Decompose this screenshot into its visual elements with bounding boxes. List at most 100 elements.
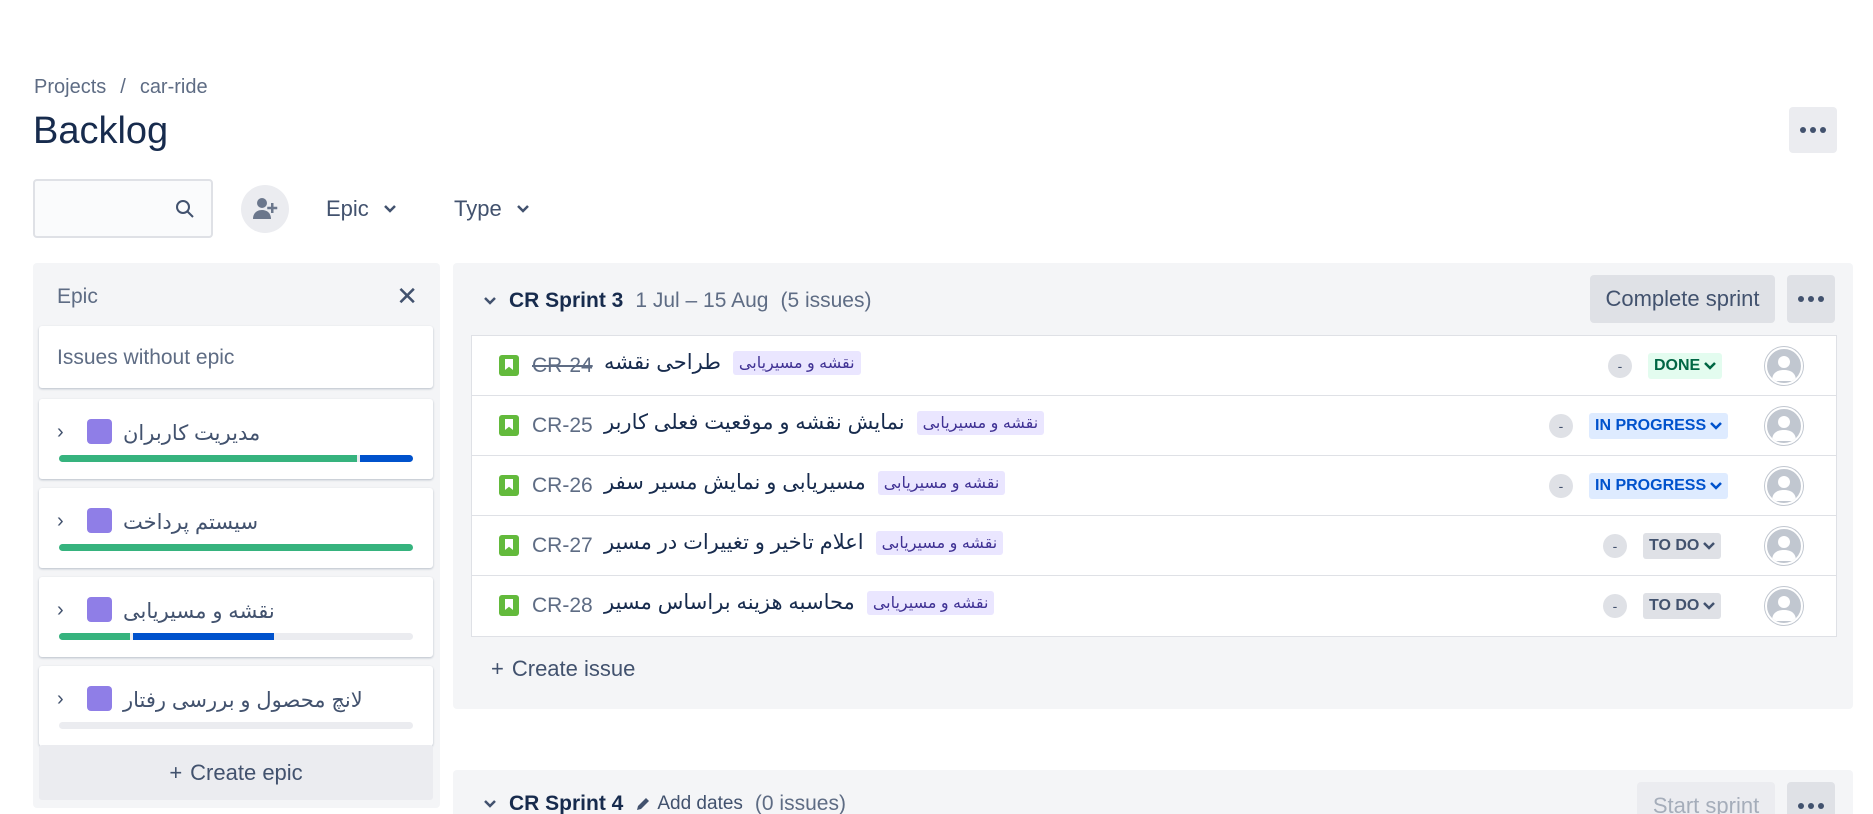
issue-epic-lozenge: نقشه و مسیریابی [866, 590, 995, 615]
avatar[interactable] [1765, 587, 1803, 625]
issue-row[interactable]: CR-24 طراحی نقشه نقشه و مسیریابی - DONE [472, 336, 1836, 396]
issue-text: مسیریابی و نمایش مسیر سفر نقشه و مسیریاب… [604, 470, 1006, 495]
issues-without-epic[interactable]: Issues without epic [39, 326, 433, 388]
issue-row[interactable]: CR-27 اعلام تاخیر و تغییرات در مسیر نقشه… [472, 516, 1836, 576]
breadcrumb-projects[interactable]: Projects [34, 76, 106, 99]
sprint-more-button[interactable] [1787, 782, 1835, 814]
epic-name: مدیریت کاربران [123, 422, 261, 445]
status-label: TO DO [1649, 537, 1700, 554]
chevron-right-icon[interactable]: › [57, 421, 64, 444]
story-icon [499, 355, 519, 376]
sprint-container-2: CR Sprint 4 Add dates (0 issues) Start s… [453, 770, 1853, 814]
plus-icon: + [491, 656, 504, 681]
epic-color-swatch [87, 508, 112, 533]
complete-sprint-button[interactable]: Complete sprint [1590, 275, 1775, 323]
epic-panel-title: Epic [57, 285, 98, 308]
more-actions-button[interactable] [1789, 107, 1837, 153]
chevron-down-icon [516, 205, 529, 213]
issue-text: محاسبه هزینه براساس مسیر نقشه و مسیریابی [604, 590, 995, 615]
estimate-badge[interactable]: - [1608, 354, 1632, 378]
plus-icon: + [169, 759, 183, 785]
issue-key[interactable]: CR-26 [532, 474, 593, 498]
progress-in-progress [360, 455, 413, 462]
issue-row[interactable]: CR-28 محاسبه هزینه براساس مسیر نقشه و مس… [472, 576, 1836, 636]
epic-name: لانچ محصول و بررسی رفتار [123, 689, 363, 712]
epic-color-swatch [87, 597, 112, 622]
sprint-more-button[interactable] [1787, 275, 1835, 323]
epic-item[interactable]: › مدیریت کاربران [39, 399, 433, 479]
status-dropdown[interactable]: TO DO [1643, 593, 1722, 619]
chevron-right-icon[interactable]: › [57, 599, 64, 622]
issue-summary: مسیریابی و نمایش مسیر سفر [604, 471, 866, 494]
create-issue-button[interactable]: + Create issue [491, 656, 635, 682]
progress-done [59, 455, 358, 462]
issue-text: نمایش نقشه و موقعیت فعلی کاربر نقشه و مس… [604, 410, 1045, 435]
estimate-badge[interactable]: - [1549, 474, 1573, 498]
sprint-dates: 1 Jul – 15 Aug [635, 289, 769, 312]
status-label: IN PROGRESS [1595, 417, 1707, 434]
progress-done [59, 633, 130, 640]
breadcrumb: Projects / car-ride [34, 76, 208, 99]
issue-row[interactable]: CR-26 مسیریابی و نمایش مسیر سفر نقشه و م… [472, 456, 1836, 516]
issue-key[interactable]: CR-27 [532, 534, 593, 558]
epic-progress-bar [59, 722, 413, 729]
avatar[interactable] [1765, 527, 1803, 565]
progress-done [59, 544, 413, 551]
type-filter[interactable]: Type [454, 196, 530, 222]
issue-list: CR-24 طراحی نقشه نقشه و مسیریابی - DONE … [471, 335, 1837, 637]
estimate-badge[interactable]: - [1549, 414, 1573, 438]
create-epic-label: Create epic [190, 759, 303, 785]
more-icon [1800, 127, 1826, 133]
epic-item[interactable]: › نقشه و مسیریابی [39, 577, 433, 657]
type-filter-label: Type [454, 196, 502, 221]
start-sprint-button[interactable]: Start sprint [1637, 782, 1775, 814]
chevron-down-icon [1710, 422, 1723, 430]
add-people-button[interactable] [241, 185, 289, 233]
more-icon [1798, 296, 1824, 302]
issue-summary: اعلام تاخیر و تغییرات در مسیر [604, 531, 864, 554]
issue-key[interactable]: CR-24 [532, 354, 593, 378]
epic-name: نقشه و مسیریابی [123, 600, 275, 623]
chevron-down-icon[interactable] [483, 296, 497, 306]
epic-color-swatch [87, 419, 112, 444]
issue-row[interactable]: CR-25 نمایش نقشه و موقعیت فعلی کاربر نقش… [472, 396, 1836, 456]
create-issue-label: Create issue [511, 656, 636, 681]
chevron-right-icon[interactable]: › [57, 688, 64, 711]
issue-text: طراحی نقشه نقشه و مسیریابی [604, 350, 861, 375]
story-icon [499, 475, 519, 496]
page-title: Backlog [33, 110, 169, 152]
status-dropdown[interactable]: IN PROGRESS [1589, 473, 1729, 499]
avatar[interactable] [1765, 347, 1803, 385]
sprint-header: CR Sprint 3 1 Jul – 15 Aug (5 issues) [483, 289, 871, 313]
status-label: DONE [1654, 357, 1701, 374]
close-icon[interactable]: ✕ [396, 283, 418, 309]
avatar[interactable] [1765, 467, 1803, 505]
estimate-badge[interactable]: - [1603, 594, 1627, 618]
issue-key[interactable]: CR-25 [532, 414, 593, 438]
chevron-down-icon [1703, 542, 1716, 550]
issue-key[interactable]: CR-28 [532, 594, 593, 618]
status-dropdown[interactable]: IN PROGRESS [1589, 413, 1729, 439]
sprint-header: CR Sprint 4 Add dates (0 issues) [483, 792, 846, 814]
estimate-badge[interactable]: - [1603, 534, 1627, 558]
epic-color-swatch [87, 686, 112, 711]
create-epic-button[interactable]: + Create epic [39, 745, 433, 800]
epic-progress-bar [59, 544, 413, 551]
add-dates-button[interactable]: Add dates [635, 793, 743, 814]
epic-item[interactable]: › لانچ محصول و بررسی رفتار [39, 666, 433, 746]
sprint-name: CR Sprint 4 [509, 792, 624, 814]
issue-epic-lozenge: نقشه و مسیریابی [877, 470, 1006, 495]
status-dropdown[interactable]: TO DO [1643, 533, 1722, 559]
epic-panel: Epic ✕ Issues without epic › مدیریت کارب… [33, 263, 440, 808]
chevron-down-icon[interactable] [483, 799, 497, 809]
issue-epic-lozenge: نقشه و مسیریابی [875, 530, 1004, 555]
avatar[interactable] [1765, 407, 1803, 445]
issue-summary: نمایش نقشه و موقعیت فعلی کاربر [604, 411, 905, 434]
search-input[interactable] [33, 179, 213, 238]
epic-filter[interactable]: Epic [326, 196, 397, 222]
chevron-right-icon[interactable]: › [57, 510, 64, 533]
epic-item[interactable]: › سیستم پرداخت [39, 488, 433, 568]
pencil-icon [637, 798, 650, 810]
breadcrumb-project[interactable]: car-ride [140, 76, 208, 99]
status-dropdown[interactable]: DONE [1648, 353, 1723, 379]
